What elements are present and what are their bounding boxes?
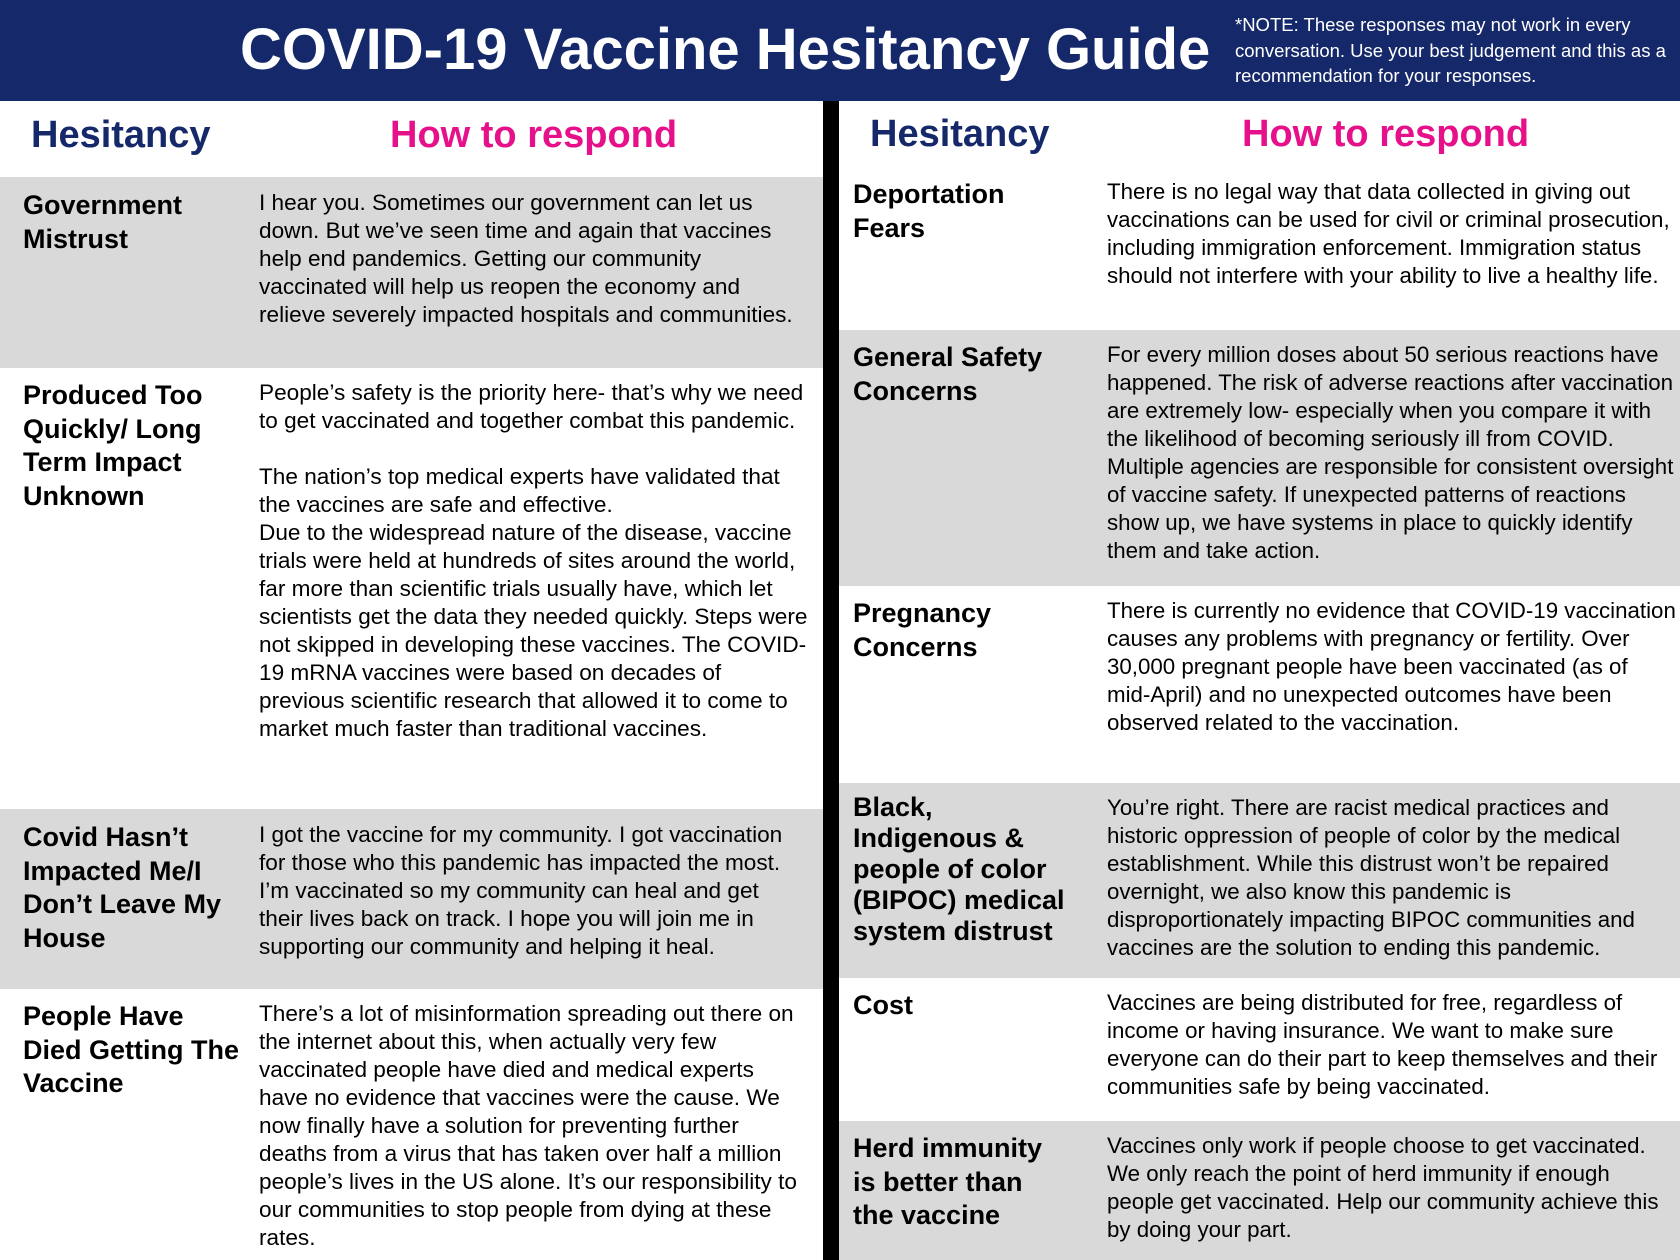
header-note: *NOTE: These responses may not work in e… [1235,14,1666,86]
hesitancy-label: Herd immunity is better than the vaccine [853,1133,1043,1230]
hesitancy-label: Cost [853,990,913,1020]
hesitancy-row-people-have-died: People Have Died Getting The Vaccine The… [0,989,823,1260]
response-text: You’re right. There are racist medical p… [1107,795,1635,960]
hesitancy-label: Pregnancy Concerns [853,598,992,662]
right-column-header: Hesitancy How to respond [839,101,1680,166]
hesitancy-heading: Hesitancy [31,114,211,156]
response-text: There is currently no evidence that COVI… [1107,598,1676,735]
hesitancy-label: Deportation Fears [853,179,1005,243]
hesitancy-label: General Safety Concerns [853,342,1043,406]
response-text: Vaccines are being distributed for free,… [1107,990,1658,1099]
response-text: I got the vaccine for my community. I go… [259,822,783,959]
hesitancy-heading: Hesitancy [870,113,1050,155]
column-divider [823,101,839,1260]
hesitancy-row-covid-not-impacted: Covid Hasn’t Impacted Me/I Don’t Leave M… [0,809,823,989]
hesitancy-label: Government Mistrust [23,190,183,254]
hesitancy-row-herd-immunity: Herd immunity is better than the vaccine… [839,1121,1680,1260]
left-column: Hesitancy How to respond Government Mist… [0,101,823,1260]
how-to-respond-heading: How to respond [390,114,678,156]
response-text: For every million doses about 50 serious… [1107,342,1674,563]
response-text: People’s safety is the priority here- th… [259,380,808,741]
header-banner: COVID-19 Vaccine Hesitancy Guide *NOTE: … [0,0,1680,101]
response-text: I hear you. Sometimes our government can… [259,190,793,327]
left-column-header: Hesitancy How to respond [0,101,823,177]
hesitancy-row-bipoc-distrust: Black, Indigenous & people of color (BIP… [839,783,1680,978]
hesitancy-row-produced-too-quickly: Produced Too Quickly/ Long Term Impact U… [0,368,823,809]
hesitancy-row-deportation-fears: Deportation Fears There is no legal way … [839,166,1680,330]
response-text: There’s a lot of misinformation spreadin… [259,1001,797,1250]
response-text: Vaccines only work if people choose to g… [1107,1133,1659,1242]
hesitancy-label: Covid Hasn’t Impacted Me/I Don’t Leave M… [23,822,222,953]
hesitancy-row-government-mistrust: Government Mistrust I hear you. Sometime… [0,177,823,368]
response-text: There is no legal way that data collecte… [1107,179,1670,288]
hesitancy-row-general-safety: General Safety Concerns For every millio… [839,330,1680,586]
hesitancy-label: People Have Died Getting The Vaccine [23,1001,239,1098]
hesitancy-row-cost: Cost Vaccines are being distributed for … [839,978,1680,1121]
hesitancy-label: Black, Indigenous & people of color (BIP… [853,792,1065,946]
hesitancy-row-pregnancy: Pregnancy Concerns There is currently no… [839,586,1680,783]
hesitancy-label: Produced Too Quickly/ Long Term Impact U… [23,380,203,511]
page-title: COVID-19 Vaccine Hesitancy Guide [240,17,1211,82]
right-column: Hesitancy How to respond Deportation Fea… [839,101,1680,1260]
how-to-respond-heading: How to respond [1242,113,1530,155]
